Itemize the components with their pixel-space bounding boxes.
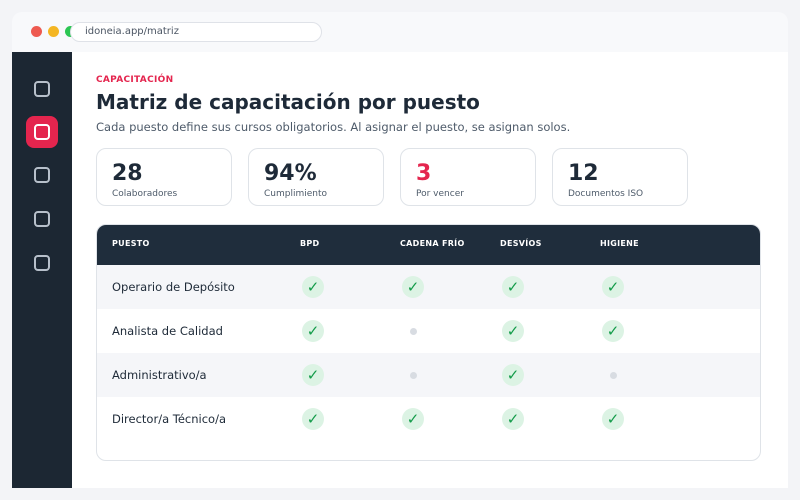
matrix-cell[interactable] [401,353,425,397]
column-header-puesto: PUESTO [112,239,150,248]
check-icon: ✓ [402,276,424,298]
check-icon: ✓ [402,408,424,430]
stat-value: 3 [416,161,432,186]
table-row[interactable]: Analista de Calidad ✓ ✓ ✓ [97,309,760,353]
check-icon: ✓ [502,364,524,386]
table-row[interactable]: Administrativo/a ✓ ✓ [97,353,760,397]
column-header-cadena-frio: CADENA FRÍO [400,239,465,248]
square-icon [34,81,50,97]
check-icon: ✓ [502,276,524,298]
stat-label: Cumplimiento [264,189,328,199]
matrix-cell[interactable]: ✓ [501,309,525,353]
sidebar-item-2-active[interactable] [26,116,58,148]
column-header-bpd: BPD [300,239,320,248]
minimize-window-dot[interactable] [48,26,59,37]
empty-dot-icon [409,327,417,335]
sidebar [12,52,72,488]
section-eyebrow: CAPACITACIÓN [96,75,174,85]
matrix-cell[interactable]: ✓ [301,353,325,397]
stat-card-por-vencer: 3 Por vencer [400,148,536,206]
address-bar[interactable]: idoneia.app/matriz [70,22,322,42]
stat-value: 28 [112,161,143,186]
sidebar-item-1[interactable] [26,73,58,105]
matrix-cell[interactable]: ✓ [601,397,625,441]
check-icon: ✓ [502,408,524,430]
stat-value: 94% [264,161,317,186]
table-row[interactable]: Operario de Depósito ✓ ✓ ✓ ✓ [97,265,760,309]
check-icon: ✓ [602,320,624,342]
main-content: CAPACITACIÓN Matriz de capacitación por … [72,52,788,488]
stat-card-cumplimiento: 94% Cumplimiento [248,148,384,206]
check-icon: ✓ [302,364,324,386]
matrix-cell[interactable]: ✓ [501,265,525,309]
role-name: Analista de Calidad [112,324,223,338]
stat-label: Documentos ISO [568,189,644,199]
matrix-cell[interactable]: ✓ [401,265,425,309]
matrix-cell[interactable]: ✓ [601,265,625,309]
sidebar-item-3[interactable] [26,159,58,191]
sidebar-item-5[interactable] [26,247,58,279]
close-window-dot[interactable] [31,26,42,37]
role-name: Administrativo/a [112,368,207,382]
square-icon [34,211,50,227]
matrix-cell[interactable]: ✓ [401,397,425,441]
matrix-cell[interactable]: ✓ [501,353,525,397]
matrix-cell[interactable] [401,309,425,353]
stat-card-documentos-iso: 12 Documentos ISO [552,148,688,206]
check-icon: ✓ [502,320,524,342]
empty-dot-icon [409,371,417,379]
sidebar-item-4[interactable] [26,203,58,235]
column-header-higiene: HIGIENE [600,239,639,248]
square-icon [34,124,50,140]
role-name: Operario de Depósito [112,280,235,294]
square-icon [34,255,50,271]
check-icon: ✓ [302,320,324,342]
column-header-desvios: DESVÍOS [500,239,542,248]
check-icon: ✓ [602,276,624,298]
stat-label: Colaboradores [112,189,178,199]
matrix-cell[interactable]: ✓ [601,309,625,353]
square-icon [34,167,50,183]
table-header: PUESTO BPD CADENA FRÍO DESVÍOS HIGIENE [97,225,760,265]
check-icon: ✓ [302,408,324,430]
page-title: Matriz de capacitación por puesto [96,90,480,114]
stat-card-colaboradores: 28 Colaboradores [96,148,232,206]
browser-chrome: idoneia.app/matriz [12,12,788,52]
training-matrix-table: PUESTO BPD CADENA FRÍO DESVÍOS HIGIENE O… [96,224,761,461]
check-icon: ✓ [602,408,624,430]
matrix-cell[interactable]: ✓ [301,397,325,441]
empty-dot-icon [609,371,617,379]
matrix-cell[interactable] [601,353,625,397]
matrix-cell[interactable]: ✓ [301,265,325,309]
stat-value: 12 [568,161,599,186]
matrix-cell[interactable]: ✓ [301,309,325,353]
check-icon: ✓ [302,276,324,298]
table-row[interactable]: Director/a Técnico/a ✓ ✓ ✓ ✓ [97,397,760,441]
role-name: Director/a Técnico/a [112,412,227,426]
page-subtitle: Cada puesto define sus cursos obligatori… [96,120,571,134]
matrix-cell[interactable]: ✓ [501,397,525,441]
stat-label: Por vencer [416,189,464,199]
